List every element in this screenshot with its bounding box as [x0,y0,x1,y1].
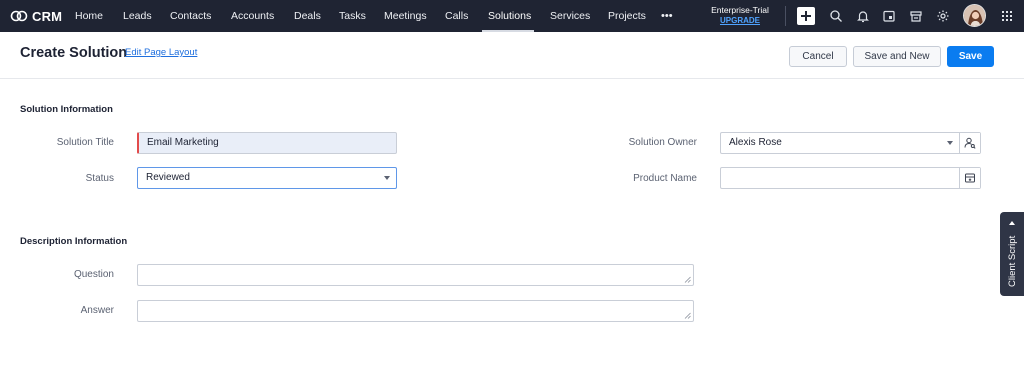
caret-up-icon [1009,221,1015,225]
plus-icon [801,11,811,21]
client-script-tab[interactable]: Client Script [1000,212,1024,296]
trial-edition: Enterprise-Trial [711,5,769,15]
solution-owner-label: Solution Owner [628,137,697,148]
search-icon [830,10,842,22]
app-name: CRM [32,8,63,24]
calendar-icon [883,10,895,22]
active-tab-indicator [482,30,534,32]
marketplace-button[interactable] [909,9,923,23]
chevron-down-icon [384,176,390,180]
nav-item-home[interactable]: Home [75,0,103,32]
marketplace-icon [910,11,922,22]
status-value: Reviewed [146,172,190,183]
top-nav-bar: CRM Home Leads Contacts Accounts Deals T… [0,0,1024,32]
lookup-box-icon [965,173,975,183]
crm-logo[interactable]: CRM [10,7,62,25]
upgrade-link[interactable]: UPGRADE [704,15,776,26]
crm-logo-icon [10,10,28,22]
save-and-new-button[interactable]: Save and New [853,46,941,67]
avatar[interactable] [963,4,986,27]
app-grid-button[interactable] [1000,9,1014,23]
header-divider [0,78,1024,79]
search-button[interactable] [829,9,843,23]
nav-item-leads[interactable]: Leads [123,0,152,32]
chevron-down-icon [947,141,953,145]
nav-item-meetings[interactable]: Meetings [384,0,427,32]
app-grid-icon [1002,11,1012,21]
solution-owner-select[interactable]: Alexis Rose [720,132,981,154]
user-lookup-icon [964,137,976,149]
resize-handle-icon[interactable] [684,312,691,319]
gear-icon [937,10,949,22]
question-label: Question [73,269,114,280]
cancel-button[interactable]: Cancel [789,46,847,67]
description-information-heading: Description Information [20,236,128,247]
status-label: Status [85,173,114,184]
solution-title-input[interactable]: Email Marketing [137,132,397,154]
product-name-label: Product Name [633,173,697,184]
more-modules-icon[interactable]: ••• [661,11,673,22]
user-avatar-icon [964,5,985,26]
solution-owner-value: Alexis Rose [729,137,782,148]
owner-lookup-button[interactable] [959,133,980,153]
solution-title-value: Email Marketing [147,137,219,148]
bell-icon [857,11,869,23]
resize-handle-icon[interactable] [684,276,691,283]
trial-badge: Enterprise-Trial UPGRADE [704,5,776,26]
nav-item-calls[interactable]: Calls [445,0,468,32]
edit-page-layout-link[interactable]: Edit Page Layout [125,47,197,58]
answer-label: Answer [80,305,114,316]
nav-item-deals[interactable]: Deals [294,0,321,32]
client-script-label: Client Script [1007,235,1018,287]
nav-item-contacts[interactable]: Contacts [170,0,211,32]
nav-item-tasks[interactable]: Tasks [339,0,366,32]
answer-textarea[interactable] [137,300,694,322]
notifications-button[interactable] [856,9,870,23]
nav-item-accounts[interactable]: Accounts [231,0,274,32]
create-new-button[interactable] [797,7,815,25]
question-textarea[interactable] [137,264,694,286]
product-lookup-button[interactable] [959,168,980,188]
solution-information-heading: Solution Information [20,104,113,115]
nav-divider [785,6,786,26]
nav-item-services[interactable]: Services [550,0,590,32]
save-button[interactable]: Save [947,46,994,67]
calendar-button[interactable] [882,9,896,23]
nav-item-projects[interactable]: Projects [608,0,646,32]
solution-title-label: Solution Title [56,137,114,148]
status-select[interactable]: Reviewed [137,167,397,189]
nav-item-solutions[interactable]: Solutions [488,0,531,32]
settings-button[interactable] [936,9,950,23]
product-name-input[interactable] [720,167,981,189]
page-title: Create Solution [20,45,128,61]
